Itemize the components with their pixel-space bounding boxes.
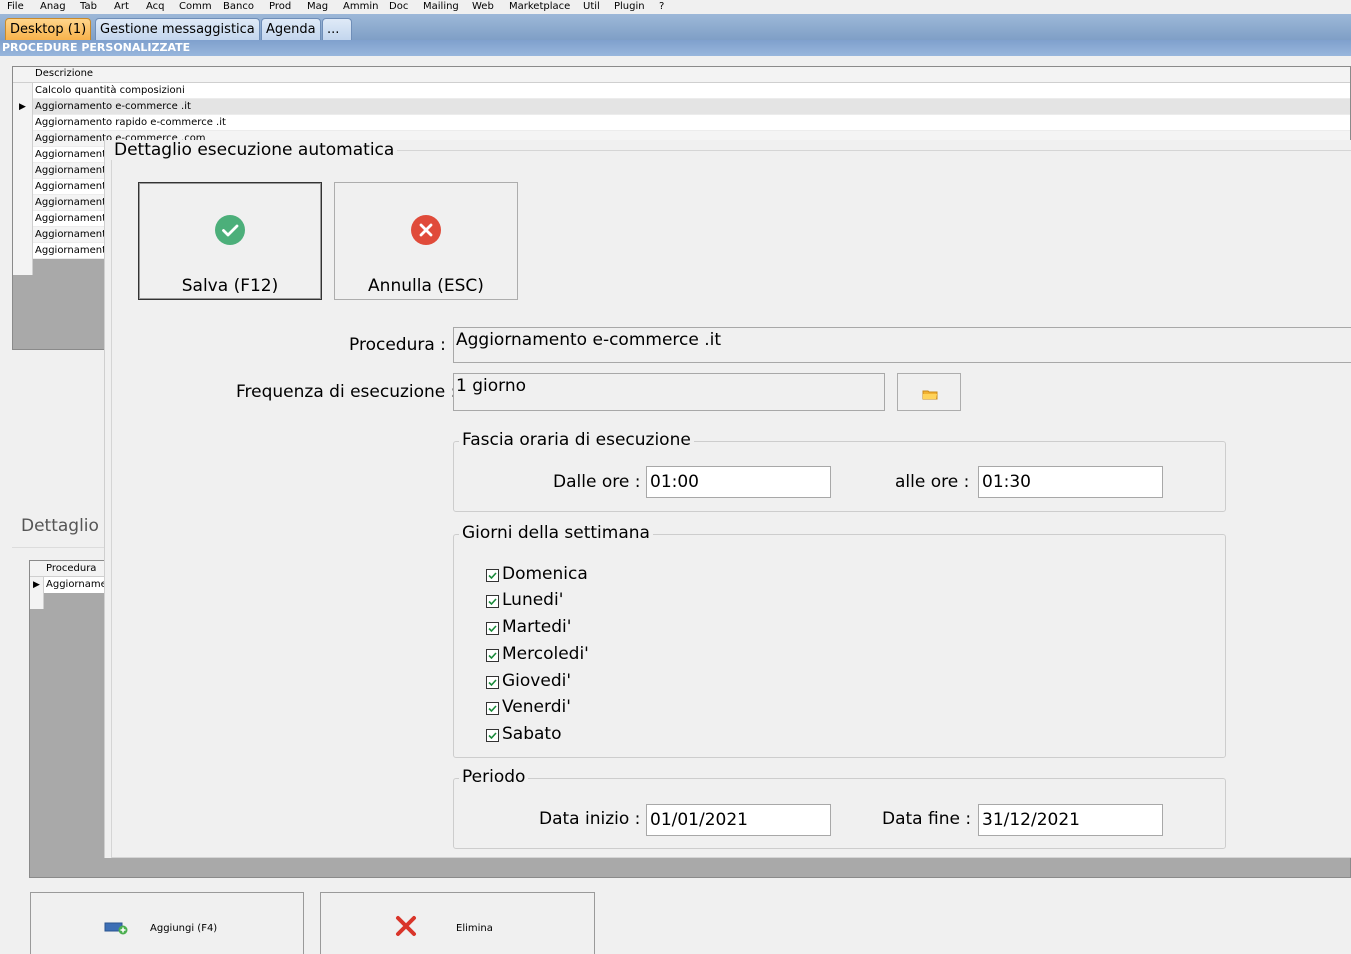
menu-doc[interactable]: Doc [389, 0, 408, 13]
frequency-label: Frequenza di esecuzione : [236, 382, 457, 402]
table-row[interactable]: Calcolo quantità composizioni [13, 83, 1350, 99]
add-record-icon [104, 921, 128, 938]
weekdays-title: Giorni della settimana [459, 523, 653, 543]
tab-gestione-messaggistica[interactable]: Gestione messaggistica [95, 18, 260, 40]
menu-banco[interactable]: Banco [223, 0, 254, 13]
save-button[interactable]: Salva (F12) [138, 182, 322, 300]
dialog-title: Dettaglio esecuzione automatica [111, 140, 398, 160]
close-circle-icon [411, 215, 441, 245]
menu-acq[interactable]: Acq [146, 0, 165, 13]
menu-file[interactable]: File [7, 0, 24, 13]
checkbox-check-icon [486, 729, 499, 742]
start-date-label: Data inizio : [539, 809, 641, 829]
end-date-input[interactable] [978, 804, 1163, 836]
tab-agenda[interactable]: Agenda [261, 18, 321, 40]
section-title: PROCEDURE PERSONALIZZATE [0, 40, 1351, 56]
checkbox-check-icon [486, 676, 499, 689]
end-date-label: Data fine : [882, 809, 972, 829]
period-title: Periodo [459, 767, 529, 787]
menu-comm[interactable]: Comm [179, 0, 212, 13]
cancel-button[interactable]: Annulla (ESC) [334, 182, 518, 300]
check-circle-icon [215, 215, 245, 245]
menu-mag[interactable]: Mag [307, 0, 328, 13]
save-button-label: Salva (F12) [181, 276, 279, 296]
procedure-label: Procedura : [349, 335, 446, 355]
row-indicator-icon: ▶ [30, 577, 44, 593]
to-time-label: alle ore : [895, 472, 970, 492]
frequency-select-button[interactable] [897, 373, 961, 411]
menu-help[interactable]: ? [659, 0, 664, 13]
execution-detail-dialog: Dettaglio esecuzione automatica Salva (F… [104, 140, 1351, 858]
menu-prod[interactable]: Prod [269, 0, 291, 13]
menu-tab[interactable]: Tab [80, 0, 97, 13]
divider [12, 547, 104, 548]
detail-section-label: Dettaglio c [21, 516, 114, 536]
checkbox-check-icon [486, 595, 499, 608]
menu-plugin[interactable]: Plugin [614, 0, 645, 13]
procedure-field: Aggiornamento e-commerce .it [453, 327, 1351, 363]
table-row[interactable]: Aggiornamento rapido e-commerce .it [13, 115, 1350, 131]
cancel-button-label: Annulla (ESC) [368, 276, 484, 296]
menu-util[interactable]: Util [583, 0, 600, 13]
grid-header[interactable]: Descrizione [13, 67, 1350, 83]
checkbox-check-icon [486, 702, 499, 715]
row-indicator-icon: ▶ [13, 99, 33, 115]
from-time-input[interactable] [646, 466, 831, 498]
period-group: Periodo Data inizio : Data fine : [453, 767, 1226, 849]
table-row[interactable]: ▶ Aggiornamento e-commerce .it [13, 99, 1350, 115]
menu-bar: File Anag Tab Art Acq Comm Banco Prod Ma… [0, 0, 1351, 14]
tab-strip: Desktop (1) Gestione messaggistica Agend… [0, 14, 1351, 40]
time-range-title: Fascia oraria di esecuzione [459, 430, 694, 450]
menu-web[interactable]: Web [472, 0, 494, 13]
menu-marketplace[interactable]: Marketplace [509, 0, 570, 13]
checkbox-check-icon [486, 622, 499, 635]
new-row-indicator [30, 593, 44, 609]
menu-art[interactable]: Art [114, 0, 129, 13]
checkbox-check-icon [486, 569, 499, 582]
new-row-indicator [13, 259, 33, 275]
menu-anag[interactable]: Anag [40, 0, 66, 13]
weekdays-group: Giorni della settimana Domenica Lunedi' … [453, 523, 1226, 758]
time-range-group: Fascia oraria di esecuzione Dalle ore : … [453, 430, 1226, 512]
menu-ammin[interactable]: Ammin [343, 0, 378, 13]
delete-button-label: Elimina [456, 923, 493, 934]
tab-more[interactable]: ... [322, 18, 352, 40]
checkbox-check-icon [486, 649, 499, 662]
folder-icon [922, 385, 938, 404]
frequency-field: 1 giorno [453, 373, 885, 411]
add-button[interactable]: Aggiungi (F4) [30, 892, 304, 954]
from-time-label: Dalle ore : [553, 472, 641, 492]
start-date-input[interactable] [646, 804, 831, 836]
column-procedura[interactable]: Procedura [46, 563, 96, 574]
delete-button[interactable]: Elimina [320, 892, 595, 954]
delete-x-icon [395, 915, 417, 940]
menu-mailing[interactable]: Mailing [423, 0, 459, 13]
tab-desktop[interactable]: Desktop (1) [5, 18, 92, 40]
to-time-input[interactable] [978, 466, 1163, 498]
add-button-label: Aggiungi (F4) [150, 923, 218, 934]
column-descrizione[interactable]: Descrizione [35, 68, 93, 79]
